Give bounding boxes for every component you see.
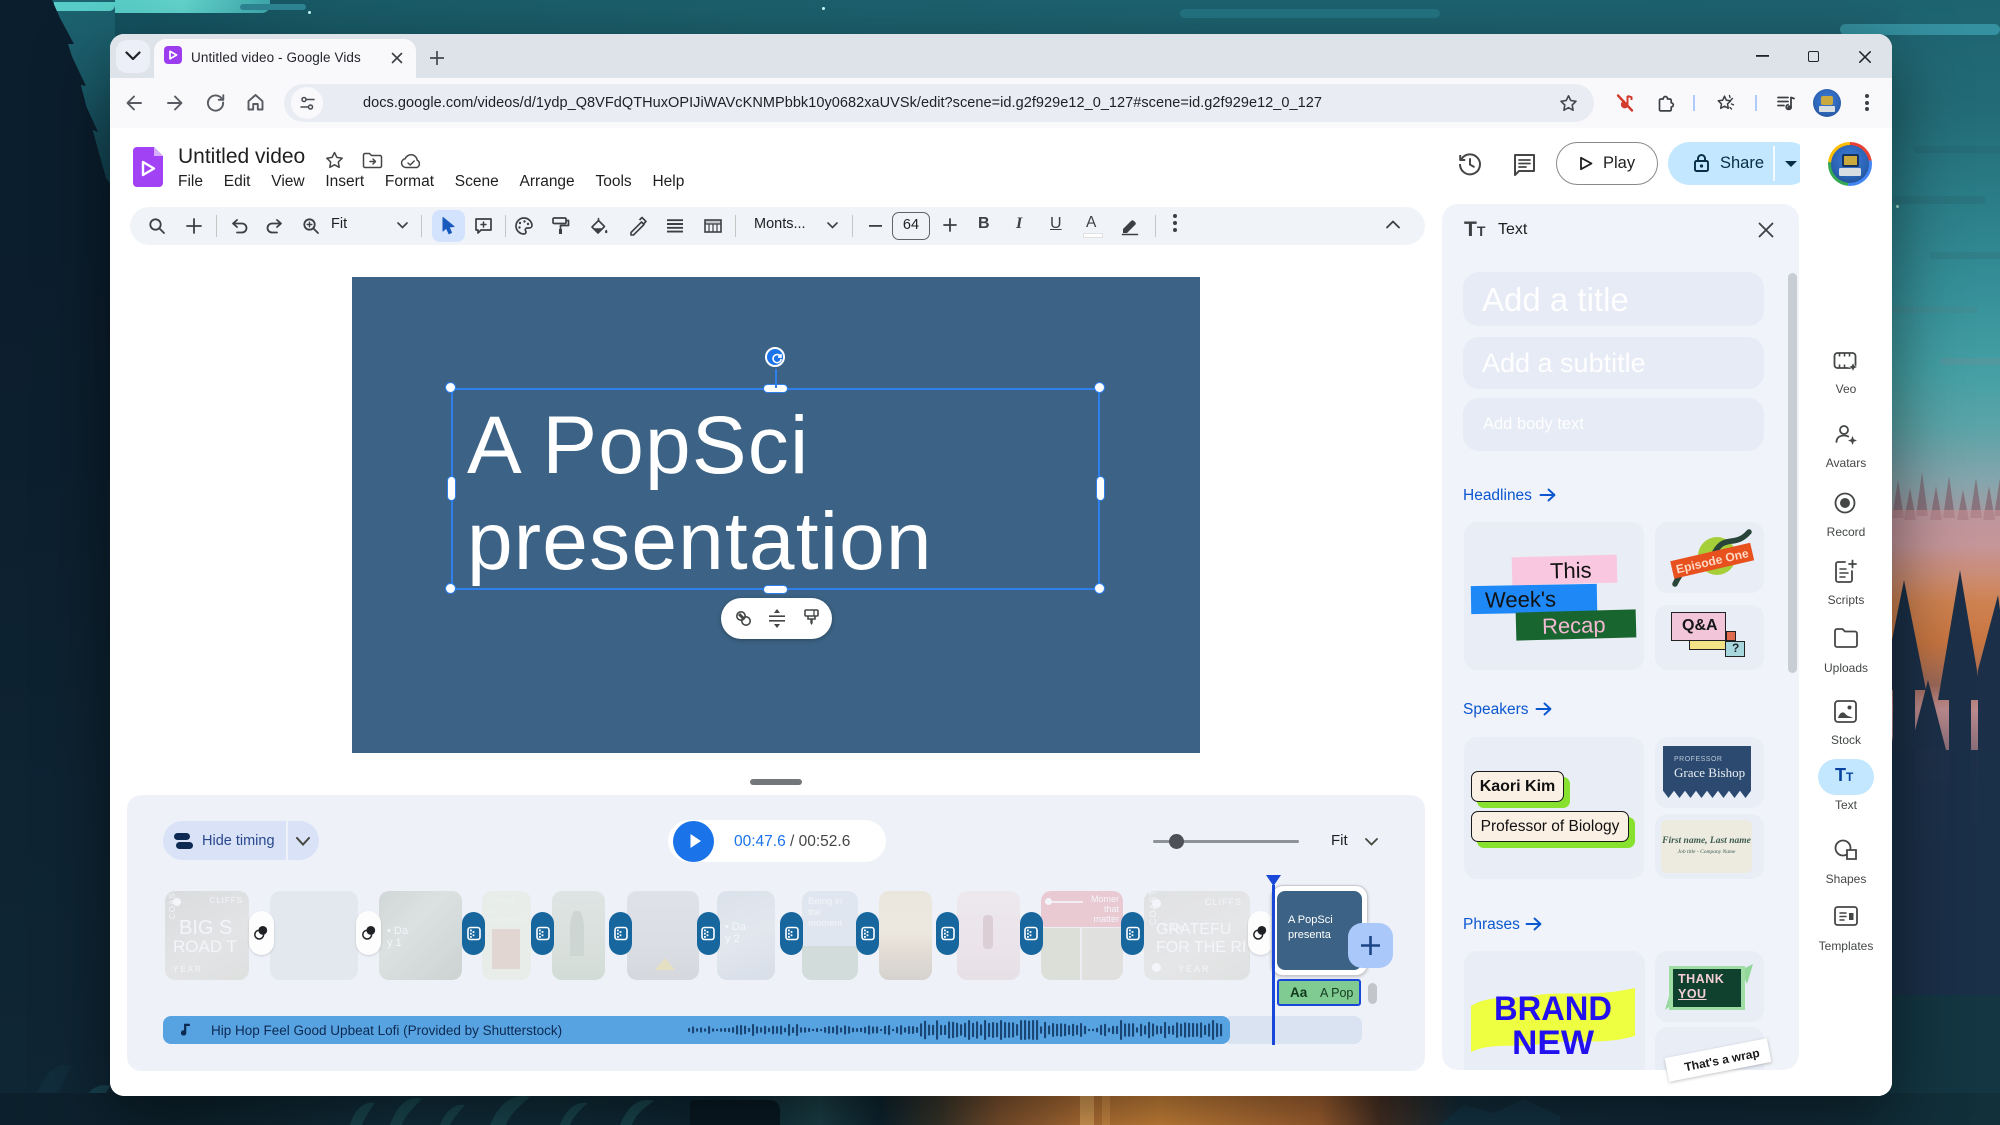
svg-text:NEW: NEW	[1512, 1024, 1595, 1058]
svg-text:BRAND: BRAND	[1494, 990, 1612, 1028]
